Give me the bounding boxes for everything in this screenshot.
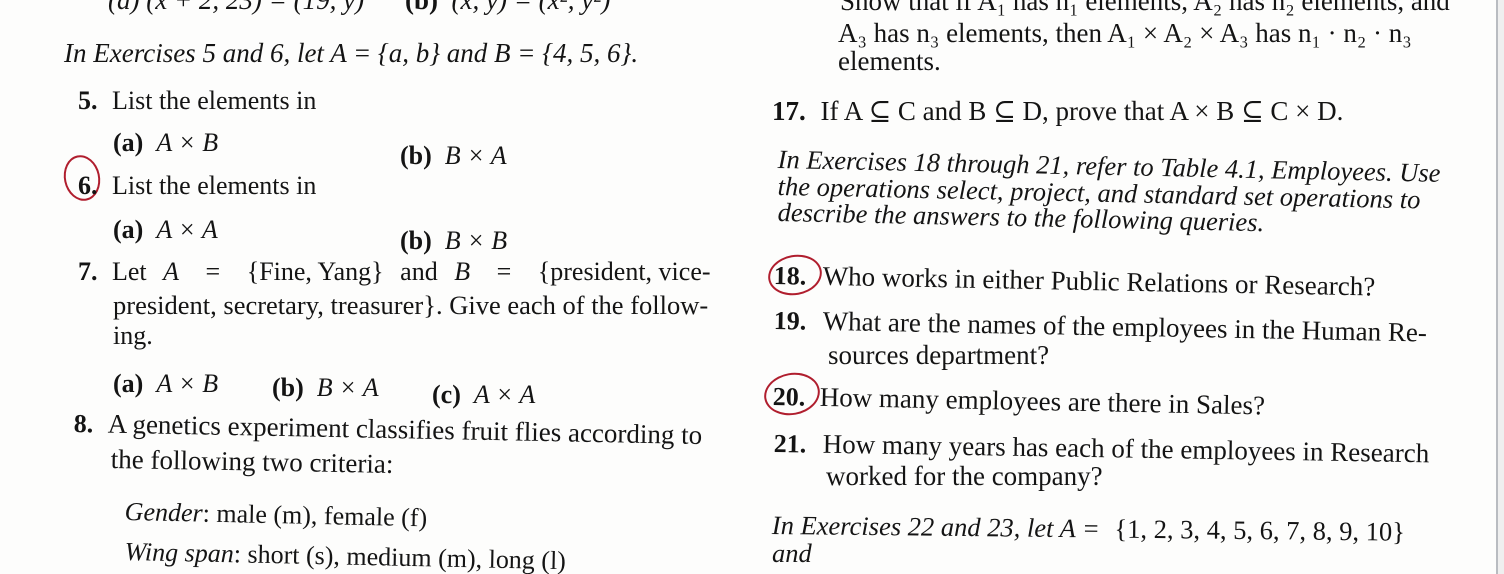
exercise-7c: (c) A × A [432, 382, 535, 408]
exercise-7b: (b) B × A [272, 375, 379, 401]
exercise-6b: (b) B × B [400, 228, 507, 254]
exercise-16-line-1: A₃ has n₃ elements, then A₁ × A₂ × A₃ ha… [838, 18, 1412, 48]
exercise-text: Who works in either Public Relations or … [822, 260, 1376, 302]
exercise-number: 6. [78, 171, 98, 200]
exercise-number: 18. [773, 261, 807, 291]
exercise-number: 20. [772, 382, 806, 412]
part-label: (a) [113, 128, 144, 157]
exercise-text: How many employees are there in Sales? [819, 381, 1266, 421]
part-expression: A × B [156, 128, 219, 157]
textbook-page: (a) (x + 2, 23) = (19, y) (b) (x, y) = (… [0, 0, 1496, 574]
set-value: {1, 2, 3, 4, 5, 6, 7, 8, 9, 10} [1114, 513, 1406, 547]
exercise-number: 7. [78, 257, 98, 286]
exercise-4a-fragment: (a) (x + 2, 23) = (19, y) [108, 0, 364, 14]
part-expression: A × A [473, 380, 536, 409]
exercise-7-line-3: ing. [113, 321, 153, 350]
criterion-name: Gender [124, 497, 204, 528]
exercise-7-line-1: 7. Let A = {Fine, Yang} and B = {preside… [78, 259, 728, 285]
exercise-5: 5. List the elements in [78, 88, 316, 114]
exercise-number: 5. [78, 86, 98, 115]
exercise-5a: (a) A × B [113, 130, 218, 156]
exercise-18: 18. Who works in either Public Relations… [773, 260, 1376, 302]
equals-sign: = [496, 257, 512, 286]
part-expression: B × A [316, 373, 379, 402]
criterion-wing-span: Wing span: short (s), medium (m), long (… [124, 537, 567, 574]
exercise-16-line-2: elements. [838, 46, 941, 76]
text-and: and [400, 257, 438, 286]
exercise-6: 6. List the elements in [78, 173, 316, 199]
exercise-21-line-2: worked for the company? [826, 461, 1103, 491]
part-b-label: (b) [405, 0, 438, 15]
equals-sign: = [205, 257, 221, 286]
exercise-number: 21. [773, 429, 807, 459]
exercise-number: 17. [772, 96, 806, 126]
exercise-16-cut-line: Show that if A₁ has n₁ elements, A₂ has … [840, 0, 1450, 16]
part-expression: A × A [156, 215, 218, 244]
exercise-text: A genetics experiment classifies fruit f… [107, 408, 703, 451]
text-let: Let [112, 257, 147, 286]
exercise-4a-expression: (a) (x + 2, 23) = (19, y) [108, 0, 365, 15]
intro-exercises-22-23-line-1: In Exercises 22 and 23, let A = {1, 2, 3… [771, 510, 1406, 547]
part-label: (c) [432, 380, 461, 409]
exercise-text: List the elements in [112, 171, 317, 200]
part-expression: B × A [444, 141, 507, 170]
exercise-17: 17. If A ⊆ C and B ⊆ D, prove that A × B… [772, 98, 1343, 125]
exercise-4b-fragment: (b) (x, y) = (x², y²) [405, 0, 610, 14]
exercise-text: If A ⊆ C and B ⊆ D, prove that A × B ⊆ C… [820, 96, 1344, 126]
criterion-name: Wing span [124, 537, 235, 569]
exercise-19-line-2: sources department? [828, 340, 1050, 370]
part-label: (a) [113, 369, 144, 398]
set-b-symbol: B [454, 257, 471, 286]
exercise-7a: (a) A × B [113, 371, 218, 397]
part-label: (a) [113, 215, 144, 244]
part-expression: B × B [444, 226, 508, 255]
exercise-7-line-2: president, secretary, treasurer}. Give e… [113, 290, 709, 320]
exercise-number: 8. [73, 409, 94, 439]
intro-exercises-22-23-line-2: and [772, 538, 812, 568]
exercise-6a: (a) A × A [113, 217, 218, 243]
part-label: (b) [400, 226, 432, 255]
part-label: (b) [272, 373, 304, 402]
exercise-4b-expression: (x, y) = (x², y²) [451, 0, 611, 15]
set-a-value: {Fine, Yang} [246, 257, 384, 286]
criterion-gender: Gender: male (m), female (f) [124, 497, 428, 533]
exercise-8-line-1: 8. A genetics experiment classifies frui… [73, 408, 703, 451]
exercise-number: 19. [773, 306, 807, 336]
intro-exercises-5-6: In Exercises 5 and 6, let A = {a, b} and… [64, 38, 639, 68]
exercise-text: List the elements in [112, 86, 317, 115]
exercise-8-line-2: the following two criteria: [110, 444, 394, 479]
exercise-5b: (b) B × A [400, 143, 507, 169]
exercise-20: 20. How many employees are there in Sale… [772, 381, 1266, 421]
set-b-value: {president, vice- [537, 257, 711, 286]
criterion-value: : male (m), female (f) [202, 498, 428, 533]
part-label: (b) [400, 141, 432, 170]
set-a-symbol: A [163, 257, 180, 286]
intro-text: In Exercises 22 and 23, let A = [771, 510, 1100, 544]
screen-edge-strip [1498, 0, 1504, 574]
criterion-value: : short (s), medium (m), long (l) [233, 539, 567, 574]
part-expression: A × B [156, 369, 219, 398]
